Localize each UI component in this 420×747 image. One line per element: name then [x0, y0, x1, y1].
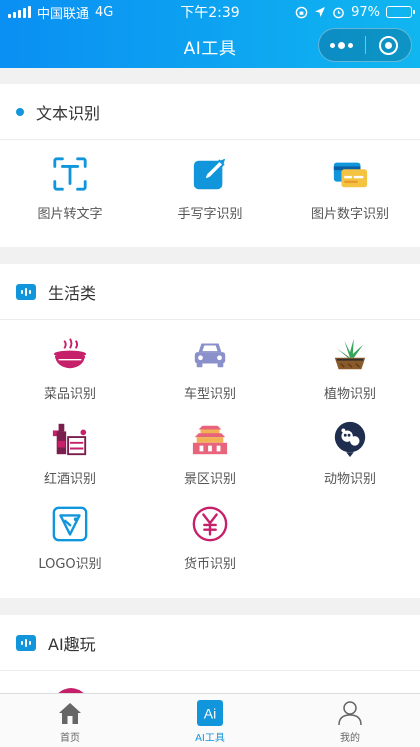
section-title: 文本识别 — [36, 103, 101, 123]
tool-label: 图片转文字 — [37, 207, 103, 222]
currency-yen-icon — [192, 506, 228, 542]
tool-label: 菜品识别 — [43, 387, 96, 402]
close-program-button[interactable] — [366, 29, 412, 61]
tool-animal[interactable]: 动物识别 — [280, 405, 420, 490]
tool-plant[interactable]: 植物识别 — [280, 320, 420, 405]
more-button[interactable] — [319, 29, 365, 61]
dish-bowl-icon — [53, 338, 87, 369]
tab-label: 我的 — [340, 733, 360, 744]
more-dots-icon — [330, 41, 354, 49]
location-arrow-icon — [315, 7, 326, 17]
tool-label: 图片数字识别 — [310, 207, 389, 222]
tool-label: 植物识别 — [323, 387, 376, 402]
battery-percent: 97% — [351, 4, 380, 20]
tool-image-to-text[interactable]: 图片转文字 — [0, 140, 140, 225]
tab-label: 首页 — [60, 733, 80, 744]
close-target-icon — [378, 35, 398, 55]
section-header: 文本识别 — [0, 84, 420, 140]
status-bar: 中国联通 4G 下午2:39 97% — [0, 0, 420, 24]
section-title: 生活类 — [48, 283, 97, 303]
tool-label: 动物识别 — [323, 472, 376, 487]
ai-tools-icon: Ai — [197, 700, 223, 726]
lock-rotation-icon — [295, 6, 308, 18]
section-header: 生活类 — [0, 264, 420, 320]
page-title: AI工具 — [183, 38, 237, 59]
tool-scenic[interactable]: 景区识别 — [140, 405, 280, 490]
tool-label: 货币识别 — [183, 557, 236, 572]
tool-logo[interactable]: LOGO识别 — [0, 490, 140, 575]
user-icon — [338, 701, 362, 726]
tool-label: 景区识别 — [183, 472, 236, 487]
tool-car[interactable]: 车型识别 — [140, 320, 280, 405]
section-ai-fun: AI趣玩 — [0, 615, 420, 695]
panda-icon — [334, 421, 366, 458]
home-icon — [59, 703, 81, 724]
tool-image-digits[interactable]: 图片数字识别 — [280, 140, 420, 225]
tool-label: LOGO识别 — [38, 557, 102, 572]
network: 4G — [95, 4, 114, 20]
battery-icon — [386, 6, 415, 18]
ai-badge-text: Ai — [204, 706, 216, 722]
section-tag-icon — [16, 634, 36, 651]
tab-label: AI工具 — [195, 733, 225, 744]
header-bar: 中国联通 4G 下午2:39 97% AI工具 — [0, 0, 420, 68]
section-text-recognition: 文本识别 图片转文字 手写字识别 图片数字识别 — [0, 84, 420, 247]
section-dot-icon — [16, 107, 24, 116]
tool-wine[interactable]: 红酒识别 — [0, 405, 140, 490]
alarm-icon — [333, 7, 344, 18]
tool-label: 手写字识别 — [177, 207, 243, 222]
section-title: AI趣玩 — [48, 634, 96, 654]
section-life: 生活类 菜品识别 车型识别 植物识别 红酒识别 景区识别 动物识别 LOGO识别… — [0, 264, 420, 598]
tool-handwriting[interactable]: 手写字识别 — [140, 140, 280, 225]
tool-label: 红酒识别 — [43, 472, 96, 487]
logo-triangle-icon — [52, 506, 88, 542]
tool-dish[interactable]: 菜品识别 — [0, 320, 140, 405]
tab-home[interactable]: 首页 — [0, 694, 140, 747]
wine-bottle-icon — [52, 423, 87, 456]
nav-bar: AI工具 — [0, 24, 420, 68]
tab-bar: 首页 Ai AI工具 我的 — [0, 693, 420, 747]
card-number-icon — [333, 162, 368, 188]
carrier: 中国联通 — [37, 6, 90, 22]
tab-mine[interactable]: 我的 — [280, 694, 420, 747]
landmark-gate-icon — [192, 425, 228, 455]
car-icon — [194, 343, 226, 368]
potted-plant-icon — [334, 338, 366, 370]
tool-label: 车型识别 — [183, 387, 236, 402]
text-scan-icon — [53, 157, 87, 191]
tool-currency[interactable]: 货币识别 — [140, 490, 280, 575]
signal-icon — [8, 6, 31, 18]
section-tag-icon — [16, 283, 36, 300]
mini-program-capsule — [318, 28, 412, 62]
tab-ai-tools[interactable]: Ai AI工具 — [140, 694, 280, 747]
handwriting-pencil-icon — [193, 158, 226, 190]
section-header: AI趣玩 — [0, 615, 420, 671]
